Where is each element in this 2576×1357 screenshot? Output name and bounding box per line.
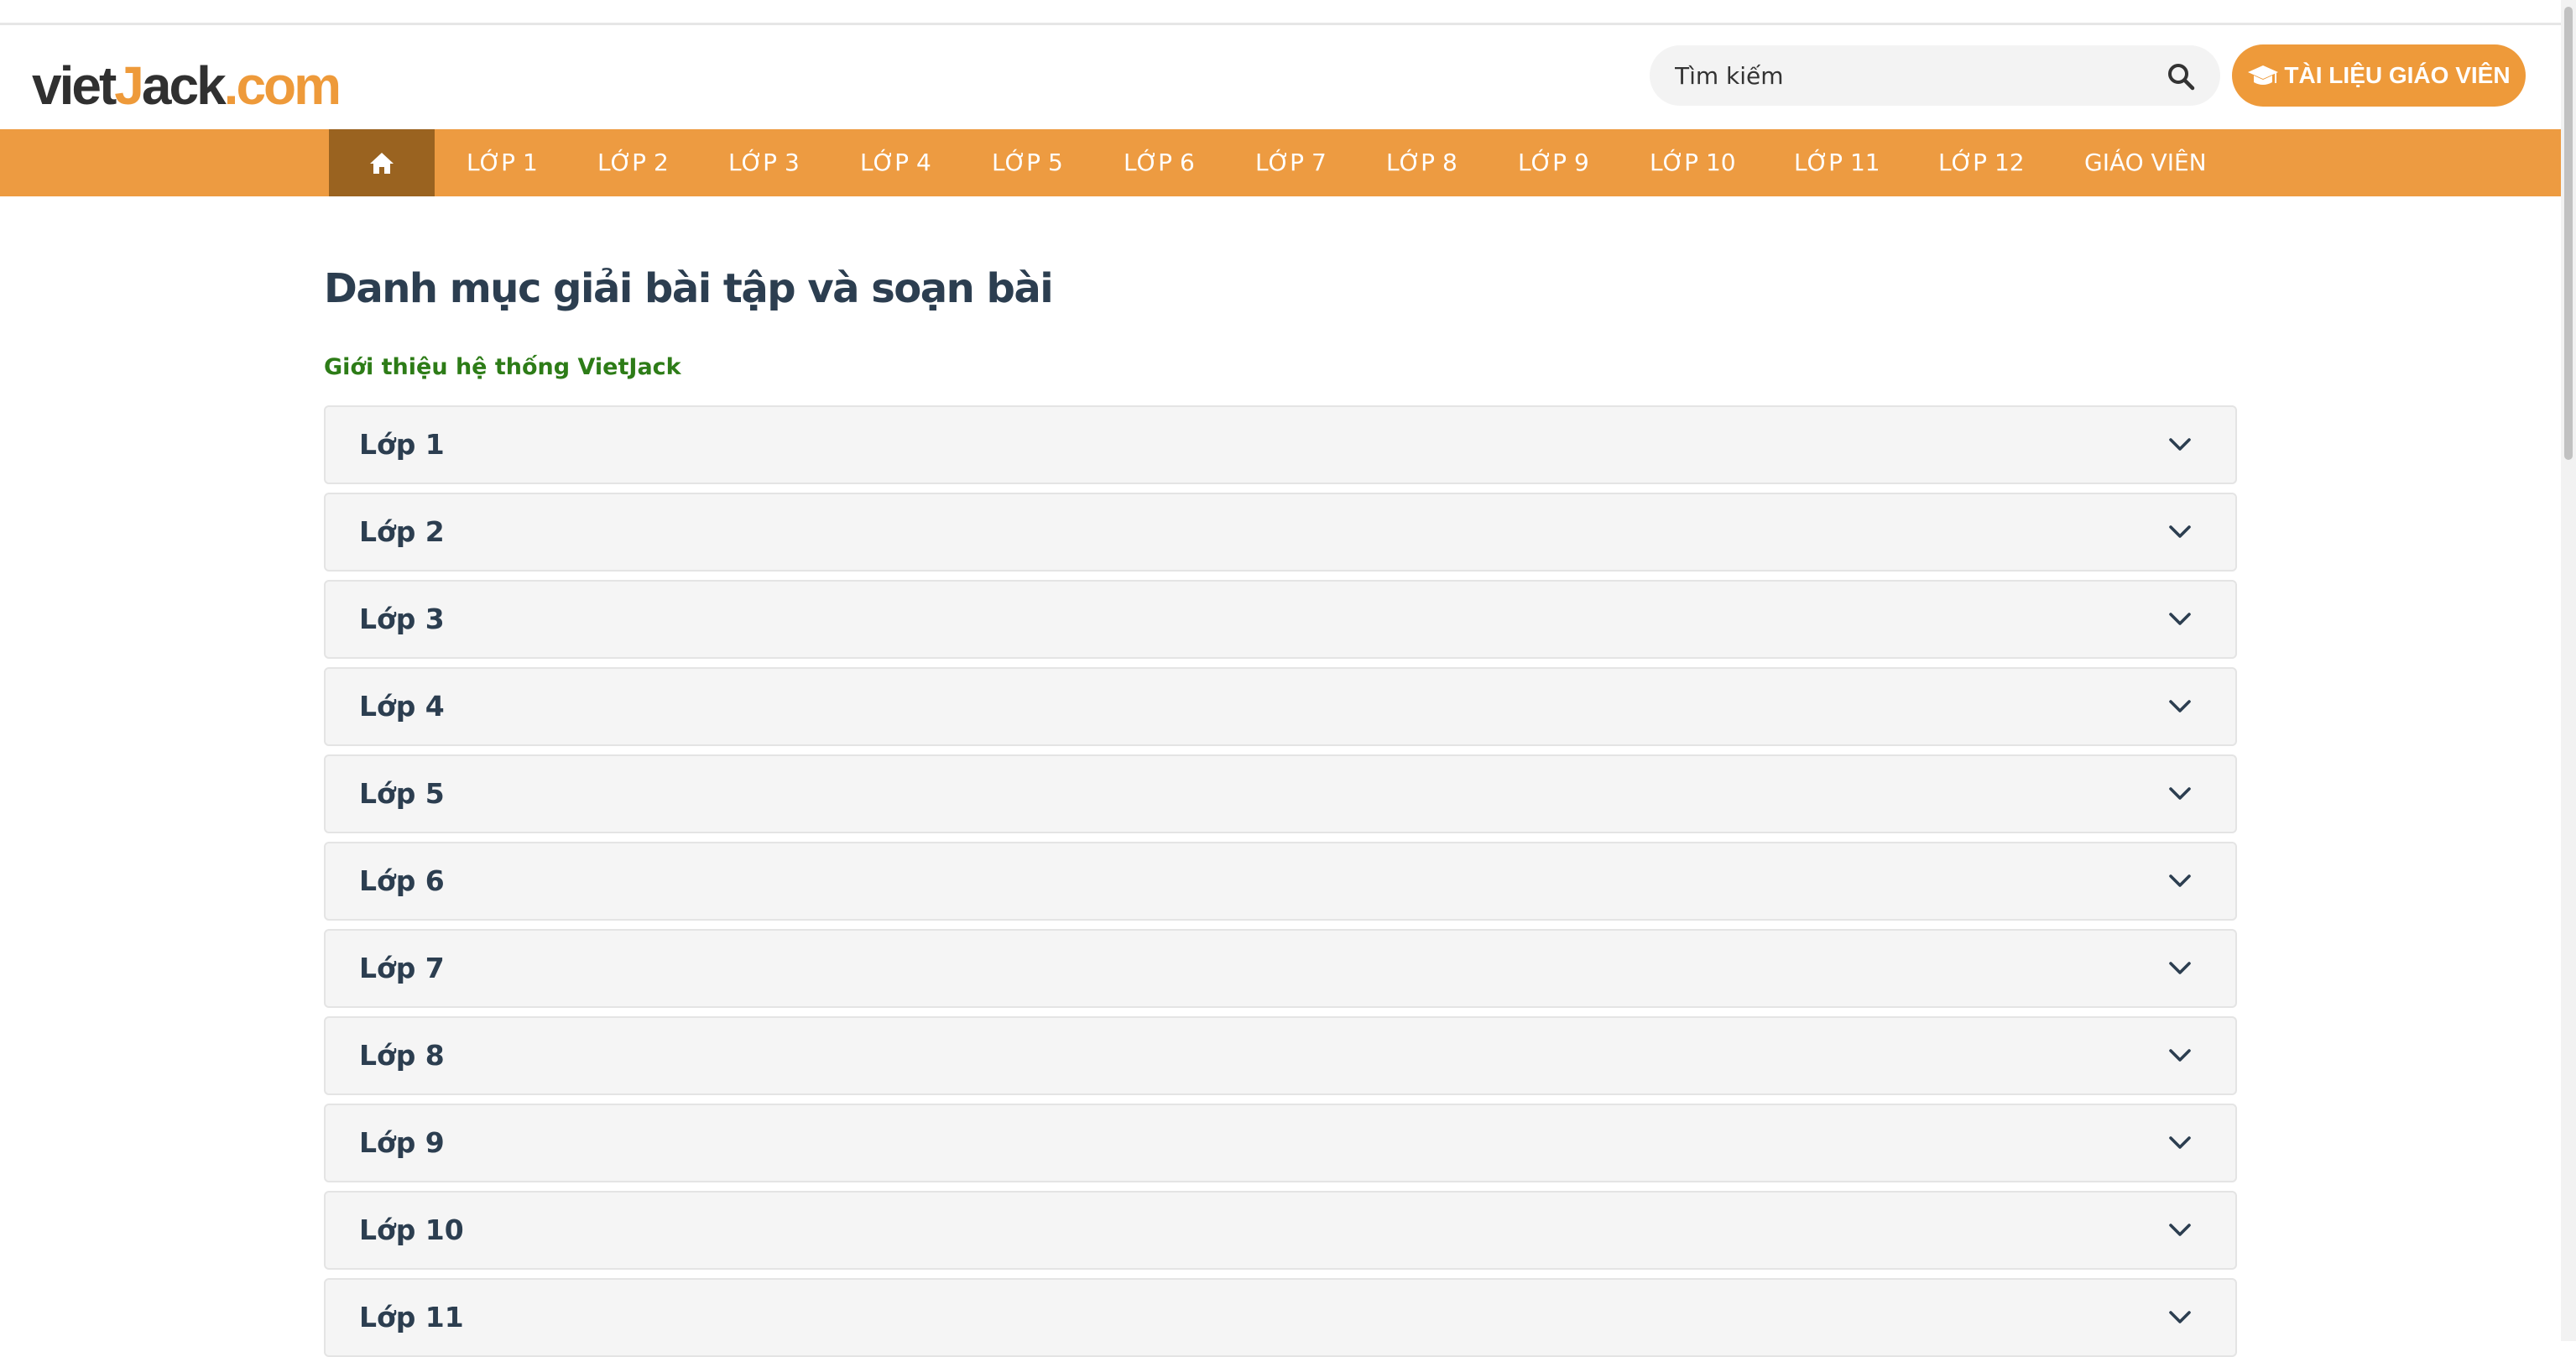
vietjack-logo[interactable]: vietJack.com <box>32 59 342 112</box>
nav-item-giao-vien[interactable]: GIÁO VIÊN <box>2084 129 2207 196</box>
chevron-down-icon <box>2169 1136 2191 1149</box>
nav-item-lop-1[interactable]: LỚP 1 <box>467 129 538 196</box>
chevron-down-icon <box>2169 438 2191 451</box>
logo-text-j: J <box>114 55 144 116</box>
chevron-down-icon <box>2169 1224 2191 1236</box>
accordion-label: Lớp 4 <box>359 690 445 723</box>
chevron-down-icon <box>2169 525 2191 538</box>
home-icon <box>370 153 394 174</box>
accordion-item-lop-7[interactable]: Lớp 7 <box>324 929 2237 1008</box>
chevron-down-icon <box>2169 962 2191 974</box>
nav-item-lop-4[interactable]: LỚP 4 <box>860 129 931 196</box>
nav-item-lop-6[interactable]: LỚP 6 <box>1124 129 1195 196</box>
accordion-label: Lớp 11 <box>359 1301 464 1334</box>
nav-item-lop-3[interactable]: LỚP 3 <box>728 129 800 196</box>
nav-item-lop-11[interactable]: LỚP 11 <box>1794 129 1880 196</box>
accordion-item-lop-2[interactable]: Lớp 2 <box>324 493 2237 572</box>
graduation-cap-icon <box>2248 65 2279 85</box>
accordion-label: Lớp 8 <box>359 1039 445 1072</box>
site-header: vietJack.com TÀI LIỆU GIÁO VIÊN <box>0 25 2561 129</box>
accordion-item-lop-6[interactable]: Lớp 6 <box>324 842 2237 921</box>
chevron-down-icon <box>2169 613 2191 625</box>
search-input[interactable] <box>1675 45 2145 106</box>
logo-text-viet: viet <box>32 55 117 116</box>
main-nav: LỚP 1 LỚP 2 LỚP 3 LỚP 4 LỚP 5 LỚP 6 LỚP … <box>0 129 2561 196</box>
scrollbar-thumb[interactable] <box>2564 7 2573 460</box>
nav-home[interactable] <box>329 129 435 196</box>
chevron-down-icon <box>2169 787 2191 800</box>
accordion-label: Lớp 3 <box>359 603 445 635</box>
accordion-item-lop-10[interactable]: Lớp 10 <box>324 1191 2237 1270</box>
accordion-item-lop-9[interactable]: Lớp 9 <box>324 1104 2237 1182</box>
accordion-item-lop-5[interactable]: Lớp 5 <box>324 754 2237 833</box>
teacher-resources-button[interactable]: TÀI LIỆU GIÁO VIÊN <box>2232 44 2526 107</box>
chevron-down-icon <box>2169 1311 2191 1323</box>
chevron-down-icon <box>2169 1049 2191 1062</box>
nav-item-lop-7[interactable]: LỚP 7 <box>1255 129 1327 196</box>
logo-text-com: .com <box>223 55 342 116</box>
accordion-item-lop-4[interactable]: Lớp 4 <box>324 667 2237 746</box>
page-title: Danh mục giải bài tập và soạn bài <box>324 265 1054 312</box>
logo-text-ack: ack <box>141 55 227 116</box>
nav-item-lop-12[interactable]: LỚP 12 <box>1938 129 2025 196</box>
chevron-down-icon <box>2169 874 2191 887</box>
accordion-item-lop-11[interactable]: Lớp 11 <box>324 1278 2237 1357</box>
accordion-label: Lớp 9 <box>359 1126 445 1159</box>
search-icon[interactable] <box>2167 62 2195 91</box>
accordion-label: Lớp 1 <box>359 428 445 461</box>
intro-link[interactable]: Giới thiệu hệ thống VietJack <box>324 354 681 380</box>
accordion-item-lop-3[interactable]: Lớp 3 <box>324 580 2237 659</box>
nav-item-lop-9[interactable]: LỚP 9 <box>1518 129 1589 196</box>
nav-item-lop-8[interactable]: LỚP 8 <box>1386 129 1457 196</box>
accordion-label: Lớp 7 <box>359 952 445 984</box>
nav-item-lop-5[interactable]: LỚP 5 <box>992 129 1063 196</box>
nav-item-lop-2[interactable]: LỚP 2 <box>597 129 669 196</box>
accordion-item-lop-8[interactable]: Lớp 8 <box>324 1016 2237 1095</box>
chevron-down-icon <box>2169 700 2191 712</box>
teacher-button-label: TÀI LIỆU GIÁO VIÊN <box>2284 62 2511 88</box>
nav-item-lop-10[interactable]: LỚP 10 <box>1650 129 1736 196</box>
accordion-label: Lớp 2 <box>359 515 445 548</box>
accordion-label: Lớp 10 <box>359 1213 464 1246</box>
page-scrollbar[interactable] <box>2561 0 2576 1341</box>
accordion-item-lop-1[interactable]: Lớp 1 <box>324 405 2237 484</box>
accordion-label: Lớp 5 <box>359 777 445 810</box>
top-border <box>0 0 2561 25</box>
accordion-label: Lớp 6 <box>359 864 445 897</box>
search-box <box>1650 45 2220 106</box>
